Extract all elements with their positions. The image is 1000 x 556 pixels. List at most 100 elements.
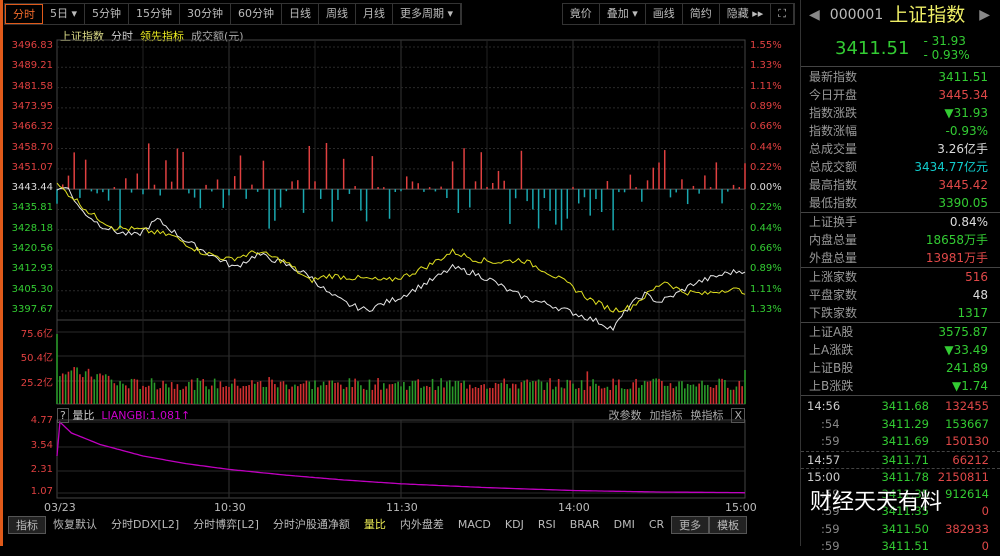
pct-tick: 0.00% [750,182,782,194]
price-tick: 3489.21 [11,60,53,72]
pct-tick: 1.55% [750,40,782,51]
quote-label: 上证A股 [809,325,854,339]
tick-volume: 153667 [945,416,989,431]
pct-tick: 0.44% [750,141,782,153]
volume-tick: 50.4亿 [20,353,53,364]
tick-price: 3411.68 [881,399,929,413]
indicator-tab[interactable]: RSI [531,516,563,534]
price-tick: 3481.58 [11,80,53,92]
pct-tick: 1.11% [750,80,782,92]
quote-value: 3390.05 [938,196,988,210]
indicator-name: 量比 [72,409,95,422]
tick-time: :59 [821,521,840,536]
price-tick: 3451.07 [11,161,53,173]
quote-row: 最高指数 3445.42 [801,176,1000,194]
quote-value: ▼31.93 [944,106,988,120]
quote-value: 0.84% [949,215,988,229]
quote-row: 上B涨跌 ▼1.74 [801,377,1000,395]
tick-volume: 132455 [945,399,989,413]
time-tick: 11:30 [386,501,418,514]
quote-row: 上A涨跌 ▼33.49 [801,341,1000,359]
next-arrow-icon[interactable]: ▶ [979,0,990,30]
quote-label: 上A涨跌 [809,343,854,357]
quote-value: 13981万手 [925,251,988,265]
quote-row: 下跌家数 1317 [801,304,1000,322]
quote-value: ▼33.49 [944,343,988,357]
quote-row: 最低指数 3390.05 [801,194,1000,212]
quote-label: 指数涨幅 [809,124,858,138]
indicator-tab[interactable]: 量比 [357,516,393,534]
quote-row: 平盘家数 48 [801,286,1000,304]
intraday-chart[interactable] [0,0,800,546]
price-tick: 3435.81 [11,202,53,214]
price-change-pct: - 0.93% [923,48,970,62]
quote-panel: ◀ 000001 上证指数 ▶ 3411.51 - 31.93 - 0.93% … [800,0,1000,553]
quote-label: 下跌家数 [809,306,858,320]
indicator-tab[interactable]: BRAR [563,516,607,534]
indicator-tab[interactable]: 分时DDX[L2] [104,516,186,534]
quote-row: 总成交额 3434.77亿元 [801,158,1000,176]
indicator-tabs: 指标 恢复默认 分时DDX[L2] 分时博弈[L2] 分时沪股通净额 量比 内外盘差 MACD… [8,516,748,534]
quote-row: 上涨家数 516 [801,268,1000,286]
quote-value: 3445.42 [938,178,988,192]
indicator-tab[interactable]: 内外盘差 [393,516,451,534]
price-tick: 3466.32 [11,121,53,133]
indicator-tick: 1.07 [30,486,53,497]
pct-tick: 1.11% [750,283,782,295]
indicator-tab[interactable]: 恢复默认 [46,516,104,534]
price-tick: 3428.18 [11,222,53,234]
tick-price: 3411.71 [881,452,929,467]
time-tick: 03/23 [44,501,76,514]
indicator-action[interactable]: X [731,408,745,423]
quote-label: 内盘总量 [809,233,858,247]
quote-label: 上B涨跌 [809,379,854,393]
price-tick: 3397.67 [11,304,53,315]
tick-price: 3411.69 [881,434,929,448]
quote-value: 3575.87 [938,325,988,339]
indicator-action[interactable]: 换指标 [690,409,723,422]
quote-value: -0.93% [945,124,988,138]
tick-volume: 66212 [952,452,989,467]
tick-row: :54 3411.29 153667 [801,416,1000,434]
indicator-tab[interactable]: 模板 [709,516,748,534]
indicator-action[interactable]: 加指标 [649,409,682,422]
quote-label: 最高指数 [809,178,858,192]
tick-row: 14:56 3411.68 132455 [801,398,1000,416]
indicator-tab[interactable]: CR [642,516,671,534]
indicator-tab[interactable]: 分时博弈[L2] [186,516,266,534]
quote-label: 上证B股 [809,361,854,375]
help-button[interactable]: ? [57,408,69,423]
time-tick: 15:00 [725,501,757,514]
pct-tick: 1.33% [750,60,782,72]
stock-name: 上证指数 [889,4,966,26]
tick-time: :59 [821,434,840,448]
price-tick: 3420.56 [11,243,53,255]
indicator-tick: 3.54 [30,440,53,451]
indicator-tick: 4.77 [30,415,53,426]
quote-row: 外盘总量 13981万手 [801,249,1000,267]
indicator-tab[interactable]: 更多 [671,516,710,534]
price-tick: 3458.70 [11,141,53,153]
indicator-value: LIANGBI:1.081↑ [101,409,191,422]
tick-volume: 0 [981,539,989,553]
indicator-tab[interactable]: DMI [607,516,642,534]
quote-value: 48 [972,288,988,302]
indicator-tab[interactable]: MACD [451,516,498,534]
indicator-tab[interactable]: KDJ [498,516,531,534]
indicator-tab[interactable]: 指标 [8,516,46,534]
price-tick: 3412.93 [11,263,53,275]
quote-value: 516 [965,270,988,284]
prev-arrow-icon[interactable]: ◀ [809,0,820,30]
quote-label: 平盘家数 [809,288,858,302]
pct-tick: 0.89% [750,263,782,275]
quote-row: 上证换手 0.84% [801,213,1000,231]
stock-code: 000001 [829,7,884,23]
quote-value: 3445.34 [938,88,988,102]
quote-value: ▼1.74 [952,379,988,393]
indicator-tab[interactable]: 分时沪股通净额 [266,516,357,534]
quote-label: 总成交额 [809,160,858,174]
tick-price: 3411.29 [881,416,929,431]
indicator-action[interactable]: 改参数 [608,409,641,422]
quote-label: 上涨家数 [809,270,858,284]
quote-value: 3411.51 [938,70,988,84]
